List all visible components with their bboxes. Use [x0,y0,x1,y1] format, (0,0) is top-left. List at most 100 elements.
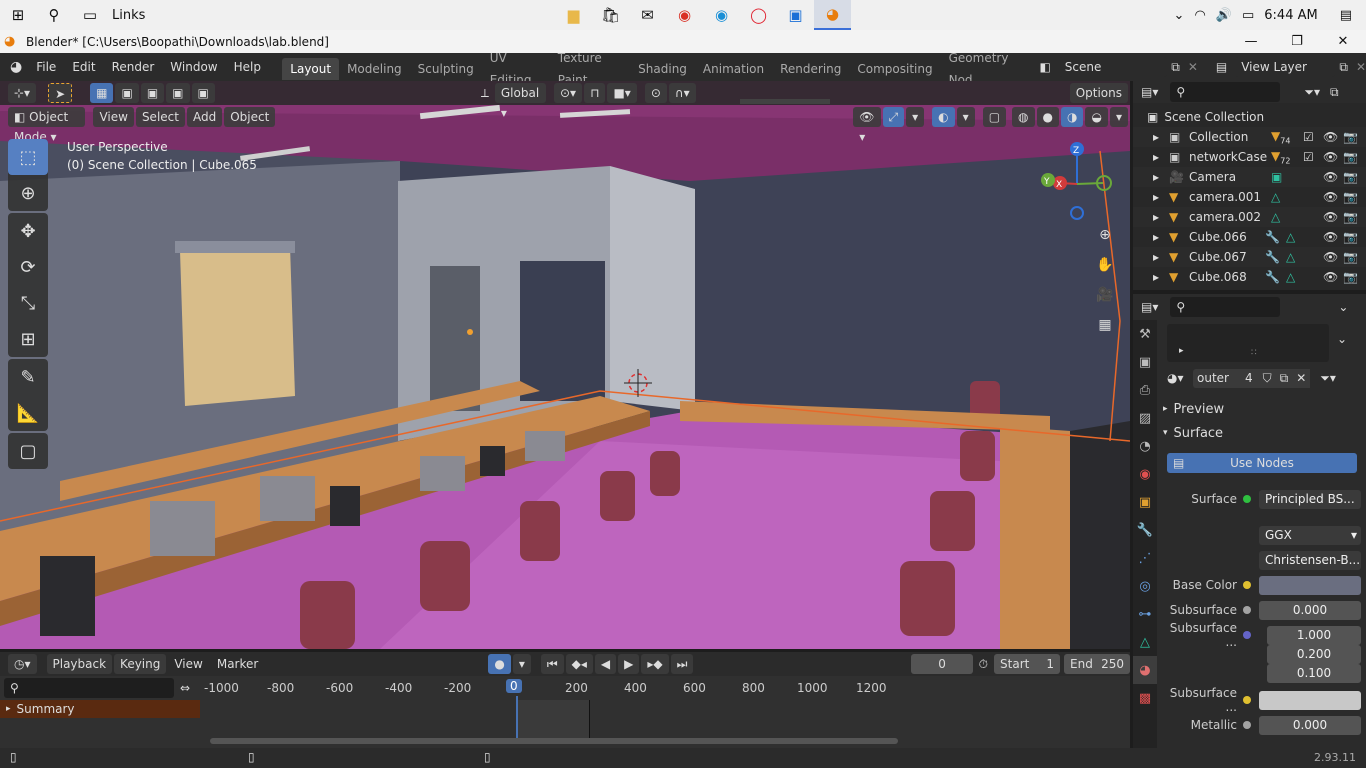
subsurface-field[interactable]: 0.000 [1259,600,1361,620]
select-mode-invert-icon[interactable]: ▣ [166,83,190,103]
scene-tab-icon[interactable]: ◔ [1133,432,1157,460]
eye-icon[interactable]: 👁 [1323,190,1338,204]
use-nodes-button[interactable]: ▤ Use Nodes [1167,453,1357,473]
chrome-icon[interactable]: ◉ [666,0,703,30]
expand-arrow-icon[interactable]: ▸ [1153,190,1169,204]
view-layer-tab-icon[interactable]: ▨ [1133,404,1157,432]
eye-icon[interactable]: 👁 [1323,150,1338,164]
viewport-menu-object[interactable]: Object [224,107,276,127]
tab-rendering[interactable]: Rendering [772,58,849,80]
move-icon[interactable]: ✥ [8,213,48,249]
menu-file[interactable]: File [28,53,64,81]
camera-render-icon[interactable]: 📷 [1343,230,1358,244]
expand-arrow-icon[interactable]: ▸ [1153,170,1169,184]
outliner-item-cube-068[interactable]: ▸ ▼ Cube.068 🔧 △ 👁 📷 [1133,267,1366,287]
slot-specials-icon[interactable]: ⌄ [1337,332,1347,346]
links-toolbar-label[interactable]: Links [112,8,145,23]
select-box-icon[interactable]: ⬚ [8,139,48,175]
scale-icon[interactable]: ⤡ [8,285,48,321]
summary-row[interactable]: ▸ Summary [0,700,200,718]
object-tab-icon[interactable]: ▣ [1133,488,1157,516]
expand-arrow-icon[interactable]: ▸ [1153,150,1169,164]
properties-search-input[interactable]: ⚲ [1170,297,1281,317]
swap-icon[interactable]: ⇔ [180,681,190,695]
opera-icon[interactable]: ◯ [740,0,777,30]
eye-icon[interactable]: 👁 [1323,270,1338,284]
material-browse-icon[interactable]: ◕▾ [1167,371,1193,385]
outliner-item-camera-001[interactable]: ▸ ▼ camera.001 △ 👁 📷 [1133,187,1366,207]
transform-icon[interactable]: ⊞ [8,321,48,357]
outliner-editor-icon[interactable]: ▤▾ [1141,85,1158,99]
search-icon[interactable]: ⚲ [36,0,72,30]
tab-animation[interactable]: Animation [695,58,772,80]
file-explorer-icon[interactable]: ▆ [555,0,592,30]
fake-user-shield-icon[interactable]: ⛉ [1258,368,1276,388]
select-mode-subtract-icon[interactable]: ▣ [140,83,165,103]
transform-orientation-dropdown[interactable]: Global ▾ [494,83,546,120]
add-cube-icon[interactable]: ▢ [8,433,48,469]
timeline-menu-view[interactable]: View [168,654,208,674]
rendered-shading-icon[interactable]: ◒ [1085,107,1108,127]
material-slot-list[interactable]: ▸ ∷ [1167,324,1329,362]
camera-render-icon[interactable]: 📷 [1343,250,1358,264]
timeline-search-input[interactable]: ⚲ [4,678,174,698]
material-name-field[interactable]: outer [1193,368,1239,388]
data-tab-icon[interactable]: △ [1133,628,1157,656]
navigation-gizmo[interactable]: Z X Y [1040,141,1120,221]
menu-help[interactable]: Help [226,53,269,81]
close-button[interactable]: ✕ [1320,30,1366,53]
list-expand-icon[interactable]: ▸ [1179,346,1184,356]
view-layer-field[interactable]: View Layer [1235,57,1336,77]
properties-options-icon[interactable]: ⌄ [1338,300,1348,314]
material-preview-shading-icon[interactable]: ◑ [1061,107,1084,127]
camera-render-icon[interactable]: 📷 [1343,130,1358,144]
base-color-swatch[interactable] [1259,575,1361,595]
metallic-field[interactable]: 0.000 [1259,715,1361,735]
constraints-tab-icon[interactable]: ⊶ [1133,600,1157,628]
view-layer-icon[interactable]: ▤ [1216,60,1227,74]
outliner-search-input[interactable]: ⚲ [1170,82,1281,102]
notification-icon[interactable]: ▤ [1340,8,1352,23]
annotate-icon[interactable]: ✎ [8,359,48,395]
scene-field[interactable]: Scene [1058,57,1168,77]
timeline-scrollbar[interactable] [210,738,898,744]
material-selector[interactable]: ◕▾ outer 4 ⛉ ⧉ ✕ ⏷▾ [1167,368,1363,388]
tab-sculpting[interactable]: Sculpting [410,58,482,80]
menu-window[interactable]: Window [162,53,225,81]
select-mode-new-icon[interactable]: ▦ [90,83,114,103]
camera-view-icon[interactable]: 🎥 [1093,283,1117,307]
material-users-count[interactable]: 4 [1239,368,1259,388]
start-frame-field[interactable]: Start 1 [994,654,1061,674]
next-keyframe-icon[interactable]: ▸◆ [641,654,669,674]
camera-render-icon[interactable]: 📷 [1343,170,1358,184]
snap-toggle-icon[interactable]: ⊓ [584,83,606,103]
expand-arrow-icon[interactable]: ▸ [1153,270,1169,284]
editor-type-icon[interactable]: ⊹▾ [8,83,37,103]
render-tab-icon[interactable]: ▣ [1133,348,1157,376]
visibility-icon[interactable]: 👁▾ [853,107,881,144]
blender-menu-icon[interactable]: ◕ [0,59,28,75]
menu-edit[interactable]: Edit [64,53,103,81]
properties-editor-icon[interactable]: ▤▾ [1141,300,1158,314]
preview-panel-header[interactable]: ▸ Preview [1163,399,1361,419]
summary-expand-icon[interactable]: ▸ [6,704,11,714]
close-scene-icon[interactable]: ✕ [1188,60,1198,74]
measure-icon[interactable]: 📐 [8,395,48,431]
jump-start-icon[interactable]: ⏮ [540,654,564,674]
keying-dropdown-icon[interactable]: ▾ [512,654,531,674]
unlink-material-icon[interactable]: ✕ [1292,368,1311,388]
windows-start-icon[interactable]: ⊞ [0,0,36,30]
gizmo-toggle-icon[interactable]: ⤢ [882,107,905,127]
viewport-menu-view[interactable]: View [93,107,134,127]
duplicate-material-icon[interactable]: ⧉ [1275,368,1293,388]
tab-shading[interactable]: Shading [630,58,695,80]
pan-hand-icon[interactable]: ✋ [1093,253,1117,277]
camera-render-icon[interactable]: 📷 [1343,270,1358,284]
particles-tab-icon[interactable]: ⋰ [1133,544,1157,572]
task-view-icon[interactable]: ▭ [72,0,108,30]
surface-panel-header[interactable]: ▾ Surface [1163,423,1361,443]
xray-toggle-icon[interactable]: ▢ [982,107,1007,127]
tab-modeling[interactable]: Modeling [339,58,410,80]
new-collection-icon[interactable]: ⧉ [1330,85,1339,100]
surface-shader-field[interactable]: Principled BS... [1259,489,1361,509]
